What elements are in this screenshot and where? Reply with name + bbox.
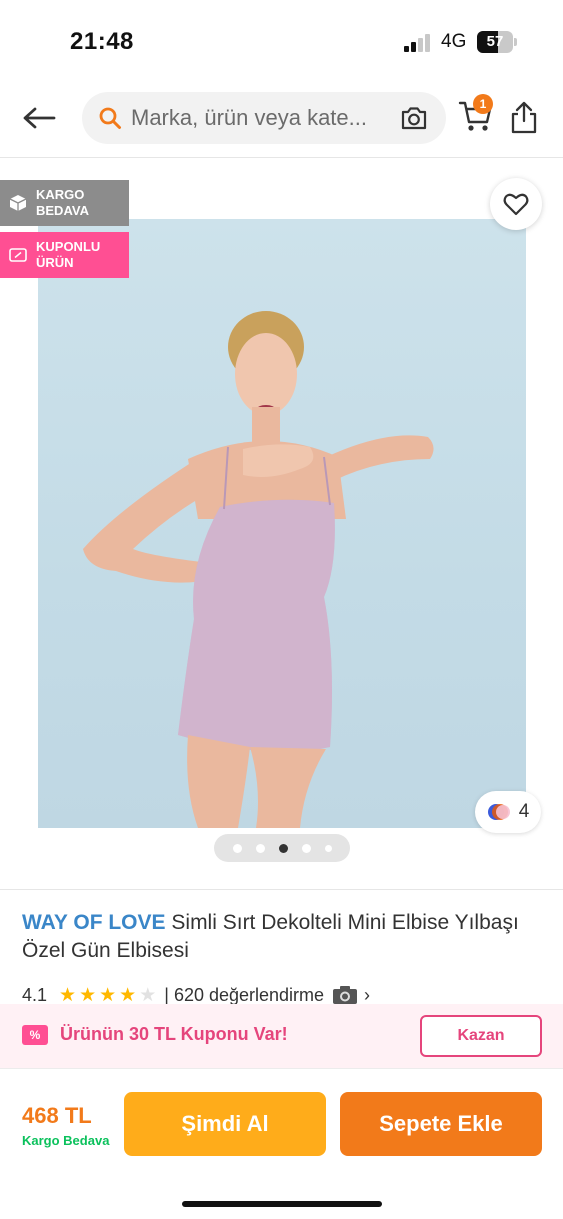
heart-icon [503, 193, 529, 216]
search-icon [99, 107, 121, 129]
add-to-cart-button[interactable]: Sepete Ekle [340, 1092, 542, 1156]
cargo-badge-line1: KARGO [36, 187, 85, 202]
favorite-button[interactable] [490, 178, 542, 230]
color-count: 4 [518, 801, 530, 822]
header: Marka, ürün veya kate... 1 [0, 80, 563, 158]
coupon-ticket-icon: % [22, 1025, 48, 1045]
signal-icon [404, 34, 434, 52]
shipping-info: Kargo Bedava [22, 1133, 110, 1148]
battery-level: 57 [486, 33, 504, 50]
coupon-text: Ürünün 30 TL Kuponu Var! [60, 1024, 288, 1044]
box-icon [9, 195, 27, 211]
pager-dot[interactable] [278, 843, 288, 853]
product-photo-illustration [83, 311, 434, 828]
cargo-badge-line2: BEDAVA [36, 203, 89, 218]
pager-dot[interactable] [232, 843, 242, 853]
pager-dot[interactable] [301, 843, 311, 853]
home-indicator [182, 1201, 382, 1207]
camera-icon [333, 986, 358, 1004]
rating-value: 4.1 [22, 984, 48, 1005]
divider [0, 889, 563, 890]
search-placeholder: Marka, ürün veya kate... [131, 105, 367, 130]
star-icon: ★ [79, 984, 97, 1006]
star-icon: ★ [99, 984, 117, 1006]
coupon-product-badge: KUPONLU ÜRÜN [0, 232, 129, 278]
bottom-action-bar: 468 TL Kargo Bedava Şimdi Al Sepete Ekle [0, 1068, 563, 1219]
coupon-banner: % Ürünün 30 TL Kuponu Var! Kazan [0, 1004, 563, 1068]
product-gallery[interactable]: KARGO BEDAVA KUPONLU ÜRÜN 4 [0, 159, 563, 887]
status-bar: 21:48 4G 57 [0, 0, 563, 80]
price: 468 TL [22, 1103, 92, 1128]
color-swatch-icon [487, 802, 511, 822]
pager-dot[interactable] [255, 843, 265, 853]
product-image[interactable] [38, 219, 526, 828]
coupon-badge-line1: KUPONLU [36, 239, 101, 254]
image-pager[interactable] [214, 834, 350, 862]
camera-icon[interactable] [400, 105, 428, 131]
rating-stars: ★ ★ ★ ★ ★ [59, 986, 156, 1005]
product-title: WAY OF LOVE Simli Sırt Dekolteli Mini El… [22, 909, 542, 965]
back-button[interactable] [18, 98, 60, 138]
battery-tip [514, 38, 517, 46]
share-icon [511, 101, 537, 134]
star-icon: ★ [139, 984, 157, 1006]
status-time: 21:48 [70, 28, 134, 55]
star-icon: ★ [59, 984, 77, 1006]
ticket-icon [9, 248, 27, 262]
coupon-badge-line2: ÜRÜN [36, 255, 74, 270]
back-arrow-icon [23, 107, 56, 129]
star-icon: ★ [119, 984, 137, 1006]
battery-icon: 57 [477, 31, 513, 53]
pager-dot[interactable] [324, 844, 332, 852]
color-options-chip[interactable]: 4 [475, 791, 541, 833]
chevron-right-icon: › [364, 984, 371, 1005]
review-count: | 620 değerlendirme [164, 984, 325, 1005]
search-input[interactable]: Marka, ürün veya kate... [82, 92, 446, 144]
buy-now-button[interactable]: Şimdi Al [124, 1092, 326, 1156]
free-shipping-badge: KARGO BEDAVA [0, 180, 129, 226]
cart-count-badge: 1 [473, 94, 493, 114]
brand-link[interactable]: WAY OF LOVE [22, 911, 166, 934]
network-label: 4G [441, 31, 467, 52]
share-button[interactable] [510, 100, 538, 134]
claim-coupon-button[interactable]: Kazan [420, 1015, 542, 1057]
